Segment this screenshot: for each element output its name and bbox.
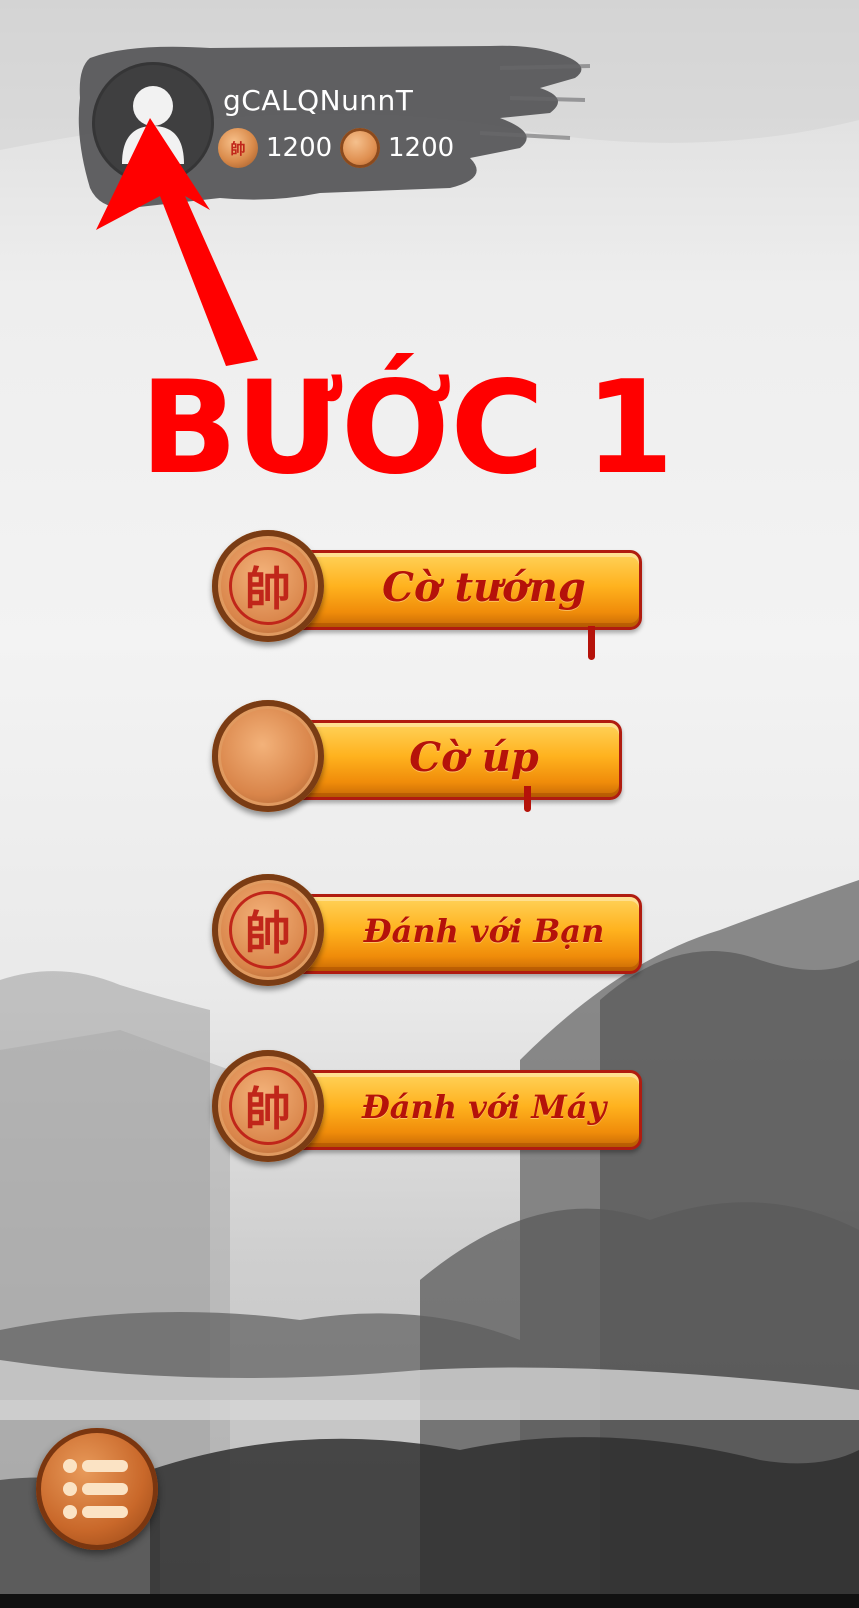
co-tuong-button[interactable]: 帥 Cờ tướng (212, 530, 642, 660)
bottom-edge-bar (0, 1594, 859, 1608)
button-label: Cờ tướng (382, 563, 586, 611)
button-label: Đánh với Máy (361, 1088, 607, 1126)
general-piece-icon: 帥 (212, 874, 324, 986)
co-up-button[interactable]: Cờ úp (212, 700, 642, 812)
danh-voi-ban-button[interactable]: 帥 Đánh với Bạn (212, 874, 642, 986)
ink-drip-decoration (588, 626, 595, 660)
danh-voi-may-button[interactable]: 帥 Đánh với Máy (212, 1050, 642, 1162)
step-label: BƯỚC 1 (140, 354, 674, 503)
menu-list-icon (63, 1459, 128, 1519)
general-piece-icon: 帥 (212, 530, 324, 642)
blank-piece-icon (212, 700, 324, 812)
red-arrow-annotation (96, 118, 258, 366)
general-piece-icon: 帥 (212, 1050, 324, 1162)
main-menu-button[interactable] (36, 1428, 158, 1550)
button-label: Cờ úp (409, 733, 539, 781)
ink-drip-decoration (524, 786, 531, 812)
button-label: Đánh với Bạn (363, 912, 605, 950)
